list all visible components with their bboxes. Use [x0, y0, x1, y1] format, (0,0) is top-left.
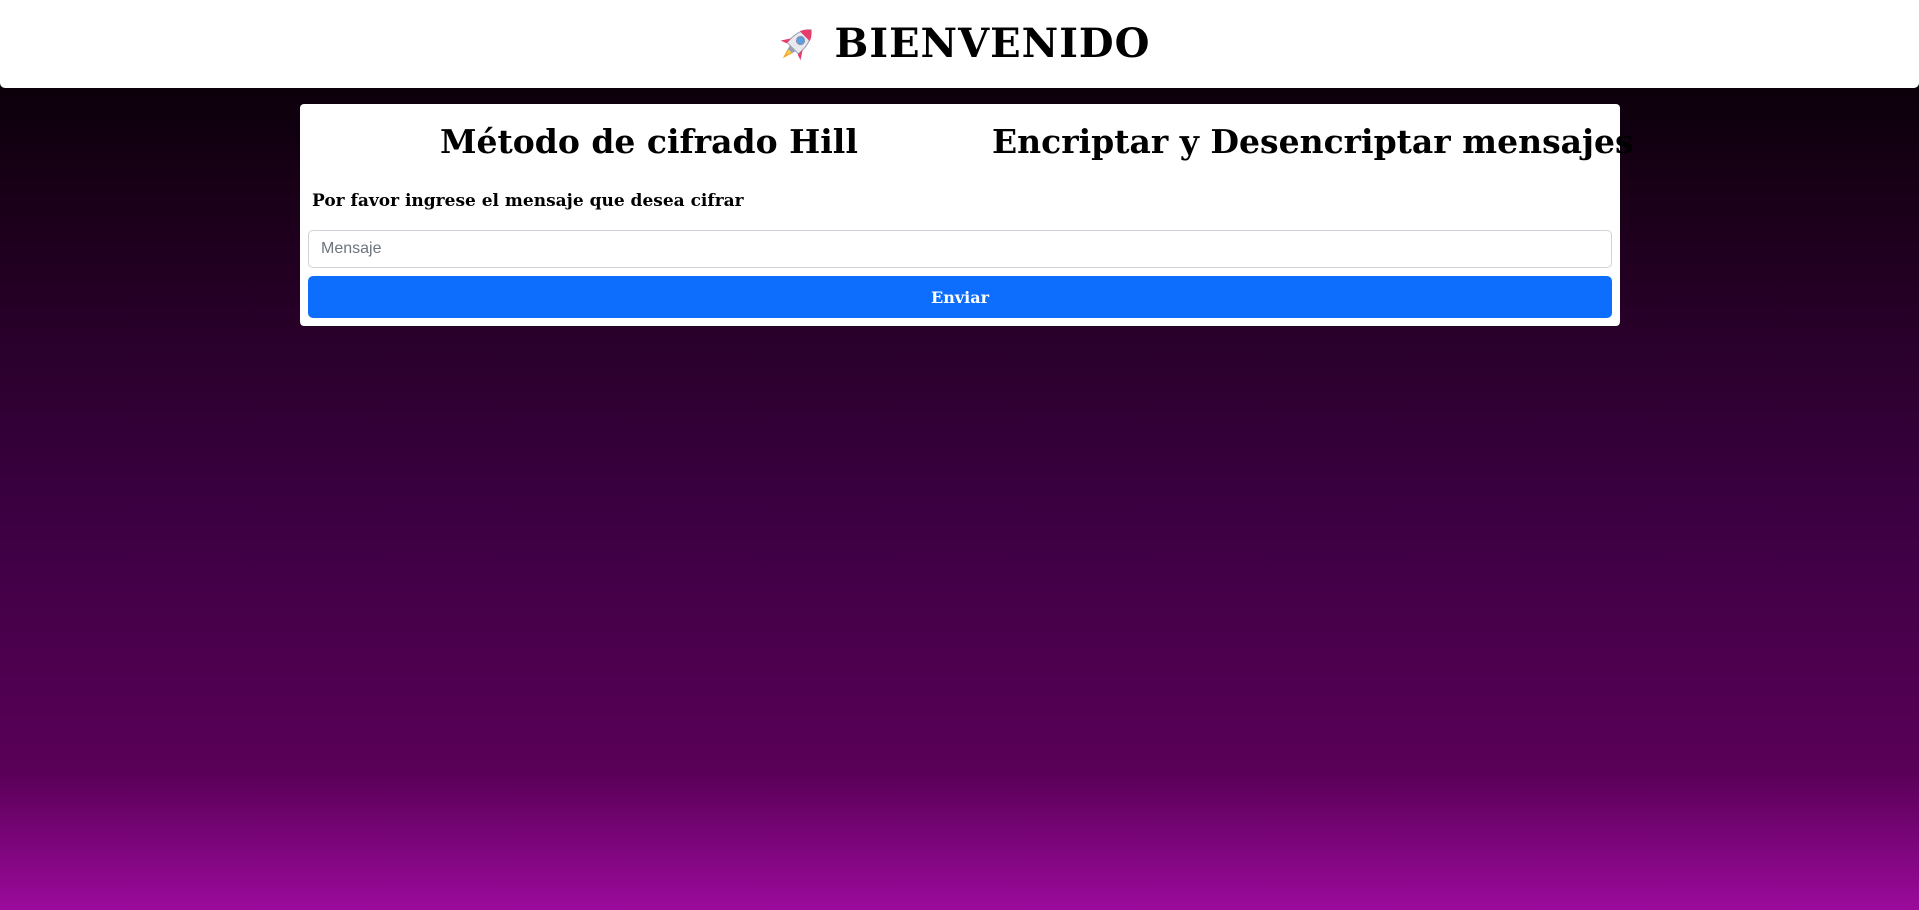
rocket-icon — [780, 29, 812, 61]
method-title: Método de cifrado Hill — [440, 122, 858, 161]
message-prompt-label: Por favor ingrese el mensaje que desea c… — [312, 191, 744, 211]
header-brand: BIENVENIDO — [773, 20, 1151, 68]
welcome-title: BIENVENIDO — [834, 20, 1151, 67]
encrypt-decrypt-title: Encriptar y Desencriptar mensajes — [992, 122, 1634, 161]
top-header: BIENVENIDO — [0, 0, 1919, 88]
message-input[interactable] — [308, 230, 1612, 268]
send-button[interactable]: Enviar — [308, 276, 1612, 318]
